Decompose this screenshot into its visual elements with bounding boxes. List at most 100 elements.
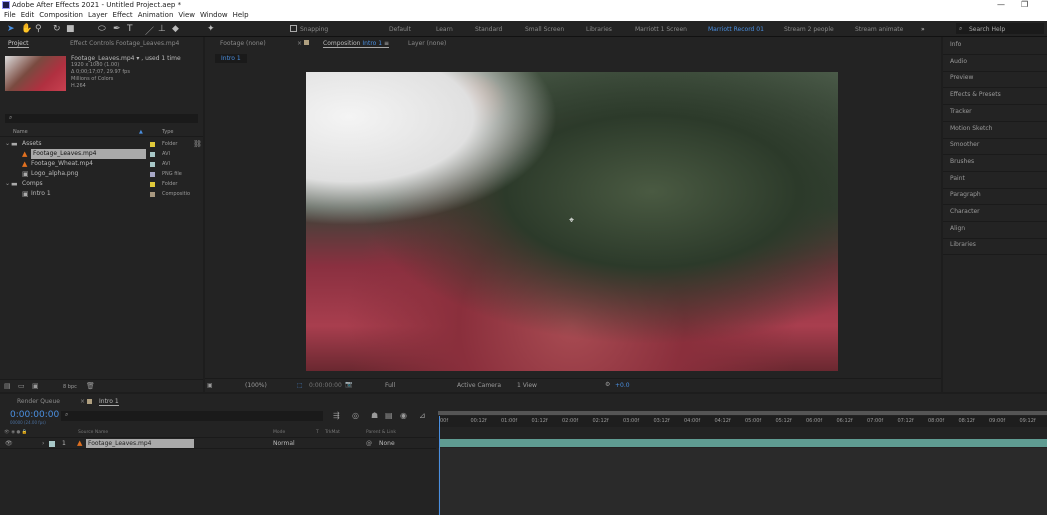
resolution-select[interactable]: Full xyxy=(385,382,395,389)
views-select[interactable]: 1 View xyxy=(517,382,537,389)
panel-paint[interactable]: Paint xyxy=(950,175,965,182)
exposure-value[interactable]: +0.0 xyxy=(615,382,630,389)
workspace-stream-animate[interactable]: Stream animate xyxy=(855,26,903,33)
region-of-interest-icon[interactable]: ⬚ xyxy=(297,382,303,389)
expand-folder-icon[interactable]: ⌄ xyxy=(5,139,10,149)
menu-window[interactable]: Window xyxy=(200,10,228,21)
tab-composition[interactable]: Composition Intro 1 ≡ xyxy=(323,40,389,48)
label-color[interactable] xyxy=(150,182,155,187)
project-item[interactable]: ▣ Logo_alpha.png PNG file xyxy=(0,169,203,179)
ellipse-tool-icon[interactable]: ⬭ xyxy=(98,24,106,34)
panel-audio[interactable]: Audio xyxy=(950,58,967,65)
flowchart-icon[interactable]: ⛓ xyxy=(193,140,202,148)
shy-layers-icon[interactable]: ☗ xyxy=(371,411,378,420)
layer-mode-select[interactable]: Normal xyxy=(273,440,295,447)
column-parent[interactable]: Parent & Link xyxy=(366,430,396,435)
column-mode[interactable]: Mode xyxy=(273,430,285,435)
more-workspaces-icon[interactable]: » xyxy=(921,26,925,33)
expand-layer-icon[interactable]: › xyxy=(42,440,44,447)
panel-brushes[interactable]: Brushes xyxy=(950,158,974,165)
panel-preview[interactable]: Preview xyxy=(950,74,973,81)
menu-file[interactable]: File xyxy=(4,10,16,21)
time-navigator[interactable] xyxy=(438,411,1047,415)
menu-effect[interactable]: Effect xyxy=(113,10,133,21)
magnification-select[interactable]: (100%) xyxy=(245,382,267,389)
motion-blur-icon[interactable]: ◉ xyxy=(400,411,407,420)
draft-3d-icon[interactable]: ◎ xyxy=(352,411,359,420)
panel-smoother[interactable]: Smoother xyxy=(950,141,979,148)
minimize-button[interactable]: — xyxy=(997,0,1005,9)
playhead[interactable] xyxy=(439,416,440,515)
restore-button[interactable]: ❐ xyxy=(1021,0,1028,9)
column-trkmat[interactable]: TrkMat xyxy=(325,430,340,435)
project-item[interactable]: ⌄ ▬ Assets Folder xyxy=(0,139,203,149)
panel-motion-sketch[interactable]: Motion Sketch xyxy=(950,125,992,132)
workspace-stream-2-people[interactable]: Stream 2 people xyxy=(784,26,834,33)
column-type[interactable]: Type xyxy=(162,129,173,135)
trash-icon[interactable]: 🗑 xyxy=(86,382,95,390)
project-item[interactable]: ⌄ ▬ Comps Folder xyxy=(0,179,203,189)
tab-project[interactable]: Project xyxy=(8,40,29,48)
current-time[interactable]: 0:00:00:00 xyxy=(309,382,342,389)
tab-render-queue[interactable]: Render Queue xyxy=(17,398,60,405)
snapping-checkbox[interactable] xyxy=(290,25,297,32)
panel-effects-presets[interactable]: Effects & Presets xyxy=(950,91,1001,98)
rotate-tool-icon[interactable]: ↻ xyxy=(53,24,61,34)
snapshot-icon[interactable]: 📷 xyxy=(345,381,352,388)
close-tab-icon[interactable]: × xyxy=(80,398,85,405)
hand-tool-icon[interactable]: ✋ xyxy=(21,24,32,34)
anchor-point-icon[interactable]: ⌖ xyxy=(569,216,574,226)
tab-effect-controls[interactable]: Effect Controls Footage_Leaves.mp4 xyxy=(70,40,179,47)
visibility-eye-icon[interactable]: 👁 xyxy=(5,440,13,447)
label-color[interactable] xyxy=(150,152,155,157)
pin-tool-icon[interactable]: ✦ xyxy=(207,24,215,34)
workspace-marriott-record-01[interactable]: Marriott Record 01 xyxy=(708,26,764,33)
type-tool-icon[interactable]: T xyxy=(127,24,133,34)
timeline-timecode[interactable]: 0:00:00:00 xyxy=(10,410,59,420)
project-item[interactable]: ▲ Footage_Wheat.mp4 AVI xyxy=(0,159,203,169)
brush-tool-icon[interactable]: ／ xyxy=(145,24,154,37)
menu-composition[interactable]: Composition xyxy=(39,10,83,21)
video-frame[interactable]: ⌖ xyxy=(306,72,838,371)
workspace-libraries[interactable]: Libraries xyxy=(586,26,612,33)
panel-libraries[interactable]: Libraries xyxy=(950,241,976,248)
layer-name[interactable]: Footage_Leaves.mp4 xyxy=(86,439,194,448)
project-item[interactable]: ▲ Footage_Leaves.mp4 AVI xyxy=(0,149,203,159)
menu-help[interactable]: Help xyxy=(233,10,249,21)
camera-tool-icon[interactable]: ■ xyxy=(66,24,75,34)
workspace-small-screen[interactable]: Small Screen xyxy=(525,26,564,33)
column-t[interactable]: T xyxy=(316,430,319,435)
workspace-learn[interactable]: Learn xyxy=(436,26,453,33)
label-color[interactable] xyxy=(150,172,155,177)
layer-duration-bar[interactable] xyxy=(440,439,1047,447)
search-help-input[interactable]: ⌕ Search Help xyxy=(956,23,1044,34)
interpret-footage-icon[interactable]: ▤ xyxy=(4,382,11,390)
column-name[interactable]: Name xyxy=(13,129,28,135)
workspace-standard[interactable]: Standard xyxy=(475,26,502,33)
pick-whip-icon[interactable]: @ xyxy=(366,440,372,447)
preview-icon[interactable]: ▣ xyxy=(207,382,213,389)
eraser-tool-icon[interactable]: ◆ xyxy=(172,24,179,34)
project-item[interactable]: ▣ Intro 1 Compositio xyxy=(0,189,203,199)
workspace-default[interactable]: Default xyxy=(389,26,411,33)
new-comp-icon[interactable]: ▣ xyxy=(32,382,39,390)
label-color[interactable] xyxy=(150,142,155,147)
stamp-tool-icon[interactable]: ⊥ xyxy=(158,24,166,34)
menu-edit[interactable]: Edit xyxy=(21,10,35,21)
project-search-input[interactable]: ⌕ xyxy=(5,114,198,123)
selection-tool-icon[interactable]: ➤ xyxy=(7,24,15,34)
layer-parent-select[interactable]: None xyxy=(379,440,395,447)
menu-layer[interactable]: Layer xyxy=(88,10,108,21)
layer-row[interactable]: 👁 › 1 ▲ Footage_Leaves.mp4 Normal @ None xyxy=(0,439,436,449)
timeline-search-input[interactable]: ⌕ xyxy=(61,411,323,421)
panel-info[interactable]: Info xyxy=(950,41,961,48)
panel-paragraph[interactable]: Paragraph xyxy=(950,191,981,198)
graph-editor-icon[interactable]: ⊿ xyxy=(419,411,426,420)
panel-tracker[interactable]: Tracker xyxy=(950,108,972,115)
label-color[interactable] xyxy=(150,162,155,167)
column-source-name[interactable]: Source Name xyxy=(78,430,108,435)
new-folder-icon[interactable]: ▭ xyxy=(18,382,25,390)
close-tab-icon[interactable]: × xyxy=(297,40,302,47)
panel-character[interactable]: Character xyxy=(950,208,980,215)
panel-align[interactable]: Align xyxy=(950,225,965,232)
